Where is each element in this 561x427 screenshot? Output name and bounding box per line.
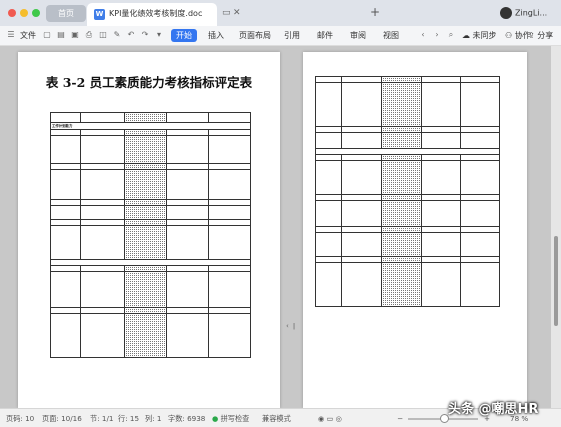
page-title: 表 3-2 员工素质能力考核指标评定表 bbox=[45, 75, 253, 90]
spellcheck-button[interactable]: ● 拼写检查 bbox=[212, 414, 249, 424]
redo-icon[interactable]: ↷ bbox=[140, 30, 150, 40]
table-row bbox=[315, 82, 500, 127]
tab-close-icon[interactable]: ✕ bbox=[233, 8, 241, 18]
vertical-scrollbar[interactable] bbox=[551, 46, 561, 408]
arrow-right-icon[interactable]: › bbox=[432, 30, 442, 40]
spellcheck-label: 拼写检查 bbox=[220, 414, 250, 423]
menu-mail[interactable]: 邮件 bbox=[317, 30, 333, 41]
caret-icon[interactable]: ǀ bbox=[293, 322, 295, 330]
status-wordcount[interactable]: 字数: 6938 bbox=[168, 414, 205, 424]
view-icons[interactable]: ◉ ▭ ◎ bbox=[318, 414, 342, 423]
share-label: 分享 bbox=[537, 31, 554, 40]
save-icon[interactable]: ▣ bbox=[70, 30, 80, 40]
word-doc-icon: W bbox=[94, 9, 105, 20]
eye-icon: ◉ bbox=[318, 414, 325, 423]
menu-layout[interactable]: 页面布局 bbox=[239, 30, 271, 41]
share-icon: ⇪ bbox=[528, 31, 535, 40]
cloud-icon: ☁ bbox=[462, 31, 470, 40]
table-cell bbox=[124, 112, 167, 123]
page-left[interactable]: 表 3-2 员工素质能力考核指标评定表 工作计划能力 bbox=[18, 52, 280, 408]
table-row bbox=[50, 135, 251, 165]
format-painter-icon[interactable]: ✎ bbox=[112, 30, 122, 40]
print-icon[interactable]: ⎙ bbox=[84, 30, 94, 40]
table-row bbox=[50, 169, 251, 201]
collab-icon: ⚇ bbox=[505, 31, 513, 40]
more-icon[interactable]: ▾ bbox=[154, 30, 164, 40]
page-view-icon: ▭ bbox=[326, 414, 334, 423]
evaluation-table-right bbox=[315, 76, 500, 307]
table-row bbox=[315, 262, 500, 307]
compat-mode: 兼容模式 bbox=[262, 414, 291, 423]
table-row bbox=[315, 132, 500, 149]
menu-insert[interactable]: 插入 bbox=[208, 30, 224, 41]
hamburger-menu-icon[interactable]: ☰ bbox=[6, 30, 16, 40]
table-row bbox=[50, 205, 251, 221]
web-view-icon: ◎ bbox=[335, 414, 342, 423]
chevron-left-icon[interactable]: ‹ bbox=[286, 322, 289, 330]
table-row bbox=[315, 232, 500, 257]
table-cell bbox=[166, 112, 209, 123]
search-icon[interactable]: ⌕ bbox=[446, 30, 456, 40]
table-cell bbox=[50, 112, 81, 123]
tab-document[interactable]: W KPI量化绩效考核制度.doc bbox=[87, 3, 217, 26]
zoom-out-button[interactable]: − bbox=[397, 414, 403, 423]
sync-status[interactable]: ☁ 未同步 bbox=[462, 30, 497, 41]
menu-start[interactable]: 开始 bbox=[171, 29, 197, 42]
open-folder-icon[interactable]: ▤ bbox=[56, 30, 66, 40]
tab-home[interactable]: 首页 bbox=[46, 5, 86, 22]
menu-reference[interactable]: 引用 bbox=[284, 30, 300, 41]
arrow-left-icon[interactable]: ‹ bbox=[418, 30, 428, 40]
table-row bbox=[50, 313, 251, 359]
maximize-window-button[interactable] bbox=[32, 9, 40, 17]
table-row: 工作计划能力 bbox=[50, 121, 251, 131]
tab-screen-icon[interactable]: ▭ bbox=[222, 8, 231, 18]
menu-file[interactable]: 文件 bbox=[20, 30, 36, 41]
page-right[interactable] bbox=[303, 52, 527, 408]
collab-button[interactable]: ⚇ 协作 bbox=[505, 30, 531, 41]
table-row bbox=[315, 160, 500, 195]
new-tab-button[interactable]: + bbox=[370, 5, 380, 19]
table-cell bbox=[208, 112, 251, 123]
document-area[interactable]: 表 3-2 员工素质能力考核指标评定表 工作计划能力 ‹ ǀ bbox=[0, 46, 561, 408]
table-cell bbox=[80, 112, 125, 123]
table-row bbox=[50, 225, 251, 261]
user-name: ZingLi... bbox=[515, 8, 548, 18]
sync-label: 未同步 bbox=[472, 31, 497, 40]
check-icon: ● bbox=[212, 414, 219, 423]
table-row bbox=[315, 200, 500, 227]
scrollbar-thumb[interactable] bbox=[554, 236, 558, 326]
section-label: 工作计划能力 bbox=[50, 121, 251, 131]
table-row bbox=[50, 271, 251, 309]
menu-review[interactable]: 审阅 bbox=[350, 30, 366, 41]
status-page: 页码: 10 bbox=[6, 414, 35, 423]
status-column: 列: 1 bbox=[145, 414, 162, 423]
share-button[interactable]: ⇪ 分享 bbox=[528, 30, 553, 41]
user-account[interactable]: ZingLi... bbox=[500, 7, 547, 19]
tab-document-label: KPI量化绩效考核制度.doc bbox=[109, 9, 203, 18]
undo-icon[interactable]: ↶ bbox=[126, 30, 136, 40]
minimize-window-button[interactable] bbox=[20, 9, 28, 17]
new-doc-icon[interactable]: ▢ bbox=[42, 30, 52, 40]
table-row bbox=[50, 112, 251, 123]
status-pages[interactable]: 页面: 10/16 bbox=[42, 414, 82, 424]
title-bar: 首页 W KPI量化绩效考核制度.doc ▭ ✕ + ZingLi... bbox=[0, 0, 561, 26]
avatar bbox=[500, 7, 512, 19]
close-window-button[interactable] bbox=[8, 9, 16, 17]
menu-view[interactable]: 视图 bbox=[383, 30, 399, 41]
status-section: 节: 1/1 bbox=[90, 414, 114, 423]
evaluation-table-left: 工作计划能力 bbox=[50, 112, 251, 359]
watermark: 头条 @嘲思HR bbox=[448, 402, 539, 417]
menu-bar: ☰ 文件 ▢ ▤ ▣ ⎙ ◫ ✎ ↶ ↷ ▾ 开始 插入 页面布局 引用 邮件 … bbox=[0, 26, 561, 46]
preview-icon[interactable]: ◫ bbox=[98, 30, 108, 40]
status-line: 行: 15 bbox=[118, 414, 140, 423]
